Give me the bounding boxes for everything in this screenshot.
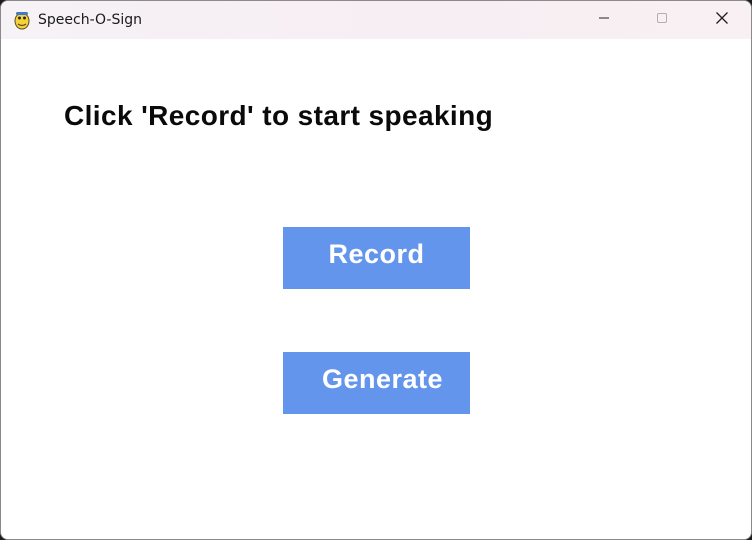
- close-button[interactable]: [693, 1, 751, 39]
- maximize-button[interactable]: [633, 1, 691, 39]
- title-bar[interactable]: Speech-O-Sign: [1, 1, 751, 39]
- minimize-button[interactable]: [575, 1, 633, 39]
- record-button-label: Record: [328, 238, 425, 269]
- generate-button[interactable]: Generate: [283, 352, 470, 414]
- close-icon: [715, 11, 729, 30]
- instruction-text: Click 'Record' to start speaking: [64, 100, 494, 131]
- app-window: Speech-O-Sign Click 'Record' to start sp…: [0, 0, 752, 540]
- main-canvas: Click 'Record' to start speaking Record …: [1, 39, 751, 539]
- minimize-icon: [598, 11, 610, 29]
- window-title: Speech-O-Sign: [38, 12, 143, 28]
- python-snake-icon: [12, 10, 32, 30]
- record-button[interactable]: Record: [283, 227, 470, 289]
- maximize-icon: [656, 11, 668, 29]
- generate-button-label: Generate: [321, 363, 444, 394]
